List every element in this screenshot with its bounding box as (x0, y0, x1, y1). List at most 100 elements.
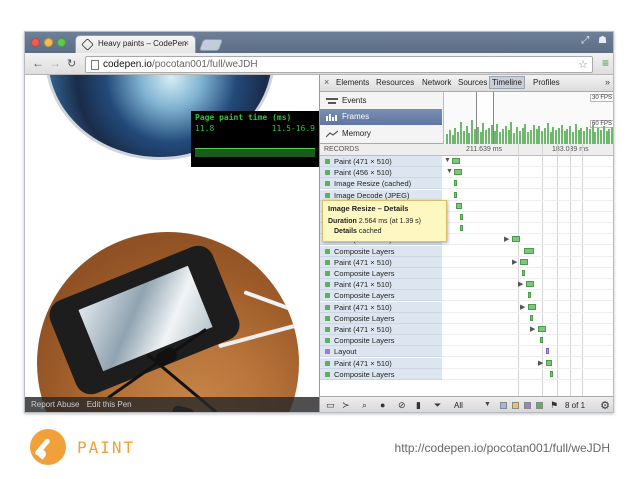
edit-pen-link[interactable]: Edit this Pen (87, 400, 132, 409)
paint-time-overlay: Page paint time (ms) 11.8 11.5-16.9 (191, 111, 319, 167)
photo-image-bottom (37, 232, 299, 412)
record-row[interactable]: Paint (456 × 510) ▼ (320, 167, 613, 179)
bookmark-star-icon[interactable]: ☆ (578, 58, 588, 71)
gear-icon[interactable]: ⚙ (600, 399, 610, 412)
record-row[interactable]: Paint (471 × 510) ▶ (320, 256, 613, 268)
report-abuse-link[interactable]: Report Abuse (31, 400, 79, 409)
overview-frames[interactable]: Frames (320, 109, 442, 125)
window-close-button[interactable] (31, 38, 40, 47)
expand-arrow-icon[interactable]: ▶ (504, 235, 509, 243)
garbage-collect-icon[interactable]: ▮ (416, 400, 421, 411)
devtools-close-icon[interactable]: × (324, 77, 329, 87)
tab-strip: Heavy paints – CodePen × ⤢ ☗ (25, 32, 613, 53)
expand-arrow-icon[interactable]: ▶ (512, 258, 517, 266)
frame-bar (583, 131, 586, 144)
expand-arrow-icon[interactable]: ▼ (446, 168, 453, 175)
record-duration-bar (526, 281, 534, 288)
category-scripting-checkbox[interactable] (512, 402, 519, 409)
record-name: Image Resize (cached) (334, 179, 412, 189)
clear-icon[interactable]: ⊘ (398, 400, 406, 411)
chevron-down-icon[interactable]: ▼ (484, 401, 491, 408)
tab-close-icon[interactable]: × (184, 38, 189, 48)
forward-arrow-icon[interactable]: → (49, 56, 61, 70)
address-bar[interactable]: codepen.io/pocotan001/full/weJDH ☆ (85, 56, 593, 73)
page-content: Page paint time (ms) 11.8 11.5-16.9 Repo… (25, 75, 319, 412)
overview-events[interactable]: Events (320, 93, 442, 109)
record-row[interactable]: Paint (471 × 510) ▶ (320, 279, 613, 291)
glue-icon[interactable]: ⚑ (550, 400, 558, 411)
search-icon[interactable]: ⌕ (362, 400, 367, 411)
tooltip-title: Image Resize – Details (328, 204, 409, 213)
record-name: Paint (471 × 510) (334, 302, 392, 312)
tab-elements[interactable]: Elements (336, 78, 369, 87)
frame-bar (572, 132, 574, 144)
record-row[interactable]: Paint (471 × 510) ▶ (320, 324, 613, 335)
category-loading-checkbox[interactable] (500, 402, 507, 409)
frame-bar (462, 131, 465, 144)
tab-sources[interactable]: Sources (458, 78, 487, 87)
overview-memory[interactable]: Memory (320, 126, 442, 142)
frame-bar (560, 125, 563, 144)
window-maximize-button[interactable] (57, 38, 66, 47)
record-duration-bar (512, 236, 520, 243)
record-row[interactable]: Composite Layers (320, 368, 613, 380)
record-row[interactable]: Composite Layers (320, 312, 613, 324)
record-row[interactable]: Composite Layers (320, 290, 613, 302)
more-tabs-icon[interactable]: » (605, 77, 610, 87)
category-rendering-checkbox[interactable] (524, 402, 531, 409)
expand-arrow-icon[interactable]: ▶ (538, 359, 543, 367)
record-icon[interactable]: ● (380, 400, 385, 410)
user-profile-icon[interactable]: ☗ (598, 35, 607, 46)
frame-bar (527, 132, 530, 144)
record-category-swatch (325, 327, 330, 332)
browser-toolbar: ← → ↻ codepen.io/pocotan001/full/weJDH ☆… (25, 53, 613, 75)
tab-network[interactable]: Network (422, 78, 451, 87)
tab-resources[interactable]: Resources (376, 78, 414, 87)
frames-graph[interactable]: 30 FPS 60 FPS (443, 92, 613, 144)
record-row[interactable]: Image Resize (cached) (320, 178, 613, 190)
record-row[interactable]: Paint (471 × 510) ▼ (320, 156, 613, 167)
menu-icon[interactable]: ≡ (602, 56, 609, 70)
record-row[interactable]: Paint (471 × 510) ▶ (320, 301, 613, 313)
expand-arrow-icon[interactable]: ▼ (444, 157, 451, 164)
record-row[interactable]: Paint (471 × 510) ▶ (320, 357, 613, 369)
expand-arrow-icon[interactable]: ▶ (518, 280, 523, 288)
browser-window: Heavy paints – CodePen × ⤢ ☗ ← → ↻ codep… (24, 31, 614, 413)
frame-bar (558, 128, 560, 144)
record-row[interactable]: Composite Layers (320, 335, 613, 347)
record-row[interactable]: Composite Layers (320, 245, 613, 257)
browser-tab[interactable]: Heavy paints – CodePen × (75, 35, 196, 53)
window-minimize-button[interactable] (44, 38, 53, 47)
fullscreen-icon[interactable]: ⤢ (581, 35, 589, 46)
record-duration-bar (460, 214, 463, 220)
filter-select[interactable]: All (454, 401, 463, 410)
tab-timeline[interactable]: Timeline (489, 76, 525, 89)
url-text[interactable]: codepen.io/pocotan001/full/weJDH (103, 59, 258, 70)
dock-icon[interactable]: ▭ (326, 400, 335, 411)
record-duration-bar (528, 303, 536, 310)
frame-bar (457, 132, 460, 144)
category-painting-checkbox[interactable] (536, 402, 543, 409)
frame-bar (460, 122, 462, 144)
record-name: Paint (471 × 510) (334, 257, 392, 267)
record-row[interactable]: Composite Layers (320, 268, 613, 279)
record-duration-bar (456, 202, 462, 209)
frame-bar (488, 128, 490, 144)
reload-icon[interactable]: ↻ (67, 57, 76, 70)
record-duration-bar (460, 225, 463, 232)
record-row[interactable]: Image Decode (JPEG) (320, 189, 613, 201)
record-row[interactable]: Layout (320, 346, 613, 358)
record-name: Layout (334, 347, 357, 357)
expand-arrow-icon[interactable]: ▶ (520, 303, 525, 311)
new-tab-button[interactable] (198, 39, 224, 51)
tab-profiles[interactable]: Profiles (533, 78, 560, 87)
frame-bar (538, 126, 541, 144)
frame-bar (546, 123, 549, 144)
record-category-swatch (325, 248, 330, 254)
console-icon[interactable]: ≻ (342, 400, 350, 411)
record-name: Paint (456 × 510) (334, 168, 392, 178)
expand-arrow-icon[interactable]: ▶ (530, 325, 535, 333)
filter-icon[interactable]: ⏷ (434, 400, 441, 411)
record-duration-bar (550, 370, 553, 377)
back-arrow-icon[interactable]: ← (32, 56, 44, 70)
